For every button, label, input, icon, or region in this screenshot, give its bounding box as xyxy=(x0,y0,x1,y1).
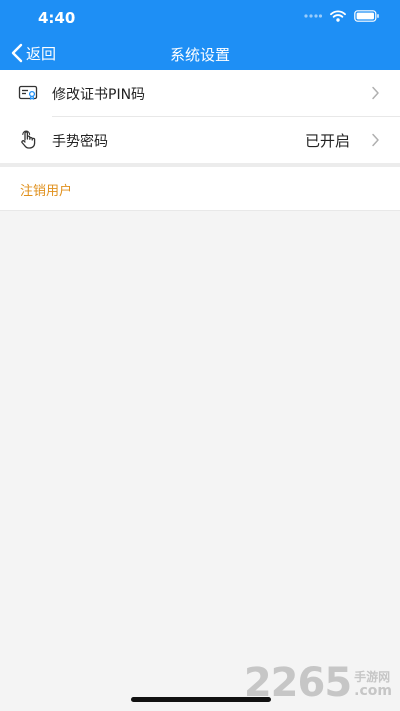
signal-dots-icon xyxy=(304,14,322,18)
navigation-bar: 返回 系统设置 xyxy=(0,36,400,70)
chevron-right-icon xyxy=(372,86,379,100)
settings-item-label: 手势密码 xyxy=(52,134,108,150)
status-bar: 4:40 xyxy=(0,0,400,36)
battery-icon xyxy=(354,10,379,22)
home-indicator xyxy=(131,697,271,702)
hand-gesture-icon xyxy=(21,130,36,149)
status-time: 4:40 xyxy=(38,9,76,27)
certificate-card-icon xyxy=(18,85,38,100)
settings-item-value: 已开启 xyxy=(304,132,350,150)
settings-item-gesture-password[interactable]: 手势密码 已开启 xyxy=(0,117,400,163)
status-icons xyxy=(304,10,380,22)
settings-item-change-pin[interactable]: 修改证书PIN码 xyxy=(0,70,400,116)
watermark-side: 手游网 .com xyxy=(354,671,392,699)
wifi-icon xyxy=(330,10,346,22)
header-bar: 4:40 返回 系统设置 xyxy=(0,0,400,70)
logout-button[interactable]: 注销用户 xyxy=(0,167,400,211)
settings-item-label: 修改证书PIN码 xyxy=(52,87,146,103)
chevron-right-icon xyxy=(372,133,379,147)
settings-list: 修改证书PIN码 手势密码 已开启 xyxy=(0,70,400,163)
watermark-text-com: .com xyxy=(354,683,392,699)
page-title: 系统设置 xyxy=(169,46,230,64)
logout-label: 注销用户 xyxy=(20,184,73,199)
